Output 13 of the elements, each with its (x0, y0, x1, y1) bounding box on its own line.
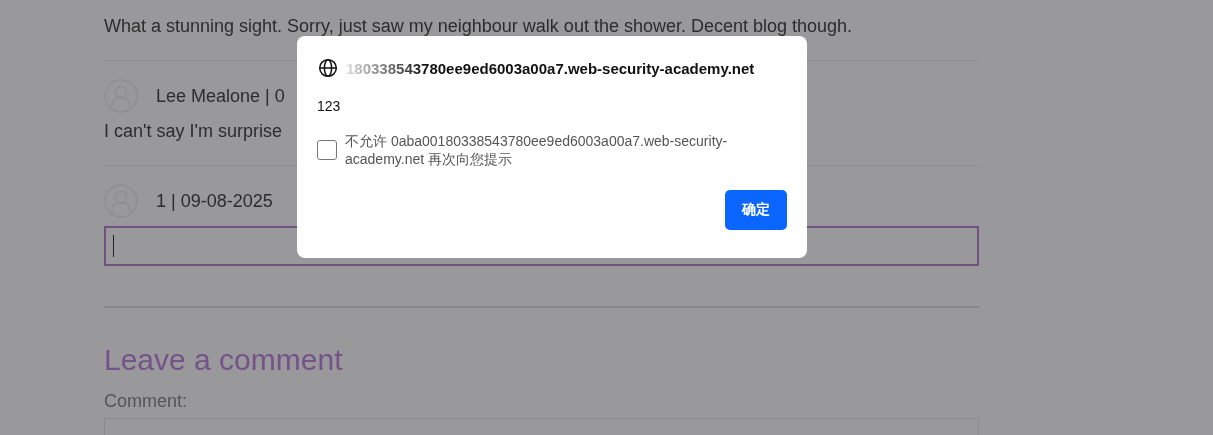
text-cursor (113, 235, 114, 257)
checkbox[interactable] (317, 140, 337, 160)
checkbox-label: 不允许 0aba00180338543780ee9ed6003a00a7.web-security-academy.net 再次向您提示 (345, 132, 729, 168)
dialog-title: 180338543780ee9ed6003a00a7.web-security-academy.net (346, 59, 755, 77)
globe-icon (318, 58, 338, 78)
field-label: Comment: (104, 390, 189, 412)
comment-author: 1 | 09-08-2025 (156, 190, 273, 212)
comment-text: I can't say I'm surprise (104, 120, 282, 143)
comment-author: Lee Mealone | 0 (156, 85, 285, 107)
dialog-message: 123 (317, 98, 342, 114)
ok-button[interactable]: 确定 (725, 190, 787, 230)
section-heading: Leave a comment (104, 342, 344, 378)
comment-text: What a stunning sight. Sorry, just saw my neighbour walk out the shower. Decent blog though. (104, 15, 853, 38)
